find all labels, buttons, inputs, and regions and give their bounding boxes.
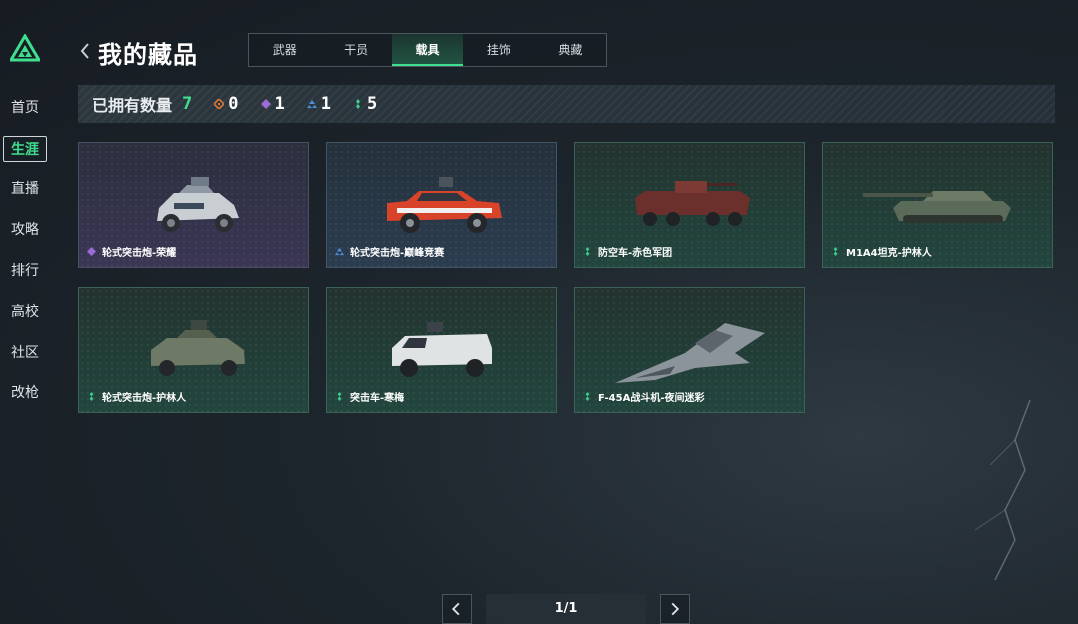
vehicle-card[interactable]: 突击车-寒梅: [326, 287, 557, 413]
rarity-purple-value: 1: [274, 94, 285, 114]
rarity-green-value: 5: [367, 94, 378, 114]
vehicle-name: F-45A战斗机-夜间迷彩: [598, 393, 705, 404]
green-dots-icon: [356, 99, 361, 109]
fighter-jet-image-icon: [615, 323, 765, 383]
sidebar-item-guides[interactable]: 攻略: [3, 217, 47, 243]
app-logo-icon[interactable]: [10, 34, 40, 62]
blue-triangle-icon: [306, 100, 317, 108]
vehicle-name: 轮式突击炮-护林人: [102, 393, 187, 404]
tab-operators[interactable]: 干员: [320, 34, 391, 66]
tab-charms[interactable]: 挂饰: [463, 34, 534, 66]
green-dots-icon: [585, 392, 590, 401]
lightning-decoration-icon: [974, 399, 1031, 581]
owned-count-label: 已拥有数量: [92, 96, 173, 115]
vehicle-card[interactable]: 防空车-赤色军团: [574, 142, 805, 268]
sidebar-item-gunsmith[interactable]: 改枪: [3, 380, 47, 406]
vehicle-card-label: 突击车-寒梅: [335, 389, 404, 404]
green-dots-icon: [337, 392, 342, 401]
vehicle-card-label: 轮式突击炮-荣耀: [87, 244, 176, 259]
vehicle-card[interactable]: 轮式突击炮-护林人: [78, 287, 309, 413]
vehicle-card-label: M1A4坦克-护林人: [831, 244, 932, 259]
ownership-stats-bar: 已拥有数量 7 0 1 1 5: [78, 85, 1055, 123]
sidebar-item-career[interactable]: 生涯: [3, 136, 47, 162]
rarity-green-count: 5: [353, 94, 377, 114]
green-dots-icon: [585, 247, 590, 256]
back-chevron-icon[interactable]: [78, 41, 92, 61]
tab-vehicles[interactable]: 载具: [391, 34, 464, 66]
category-tabs: 武器 干员 载具 挂饰 典藏: [248, 33, 607, 67]
next-page-button[interactable]: [660, 594, 690, 624]
anti-air-vehicle-image-icon: [635, 181, 750, 226]
vehicle-card[interactable]: 轮式突击炮-荣耀: [78, 142, 309, 268]
chevron-right-icon: [671, 602, 680, 616]
rally-car-image-icon: [387, 177, 502, 233]
page-indicator: 1/1: [486, 594, 646, 624]
vehicle-name: 轮式突击炮-巅峰竞赛: [350, 248, 445, 259]
tank-image-icon: [863, 191, 1011, 223]
owned-count-value: 7: [182, 94, 193, 114]
vehicle-card-label: F-45A战斗机-夜间迷彩: [583, 389, 704, 404]
rarity-orange-value: 0: [228, 94, 239, 114]
orange-diamond-icon: [214, 99, 225, 109]
sidebar-item-college[interactable]: 高校: [3, 299, 47, 325]
armored-car-image-icon: [157, 177, 239, 232]
rarity-orange-count: 0: [214, 94, 239, 114]
sidebar-item-ranking[interactable]: 排行: [3, 258, 47, 284]
chevron-left-icon: [451, 602, 460, 616]
vehicle-name: M1A4坦克-护林人: [846, 248, 932, 259]
vehicle-name: 突击车-寒梅: [350, 393, 405, 404]
rarity-blue-value: 1: [320, 94, 332, 114]
vehicle-card[interactable]: 轮式突击炮-巅峰竞赛: [326, 142, 557, 268]
rarity-blue-count: 1: [306, 94, 332, 114]
prev-page-button[interactable]: [442, 594, 472, 624]
rarity-purple-count: 1: [260, 94, 285, 114]
vehicle-name: 轮式突击炮-荣耀: [102, 248, 177, 259]
sidebar: 首页 生涯 直播 攻略 排行 高校 社区 改枪: [0, 0, 52, 624]
page-title: 我的藏品: [98, 41, 198, 69]
armored-car-image-icon: [151, 320, 245, 376]
green-dots-icon: [833, 247, 838, 256]
sidebar-item-home[interactable]: 首页: [3, 95, 47, 121]
sidebar-item-live[interactable]: 直播: [3, 176, 47, 202]
sidebar-item-community[interactable]: 社区: [3, 340, 47, 366]
tab-weapons[interactable]: 武器: [249, 34, 320, 66]
purple-diamond-icon: [260, 99, 271, 109]
vehicle-name: 防空车-赤色军团: [598, 248, 673, 259]
vehicle-card-label: 轮式突击炮-护林人: [87, 389, 186, 404]
vehicle-card[interactable]: M1A4坦克-护林人: [822, 142, 1053, 268]
assault-vehicle-image-icon: [392, 322, 492, 377]
tab-collection[interactable]: 典藏: [535, 34, 606, 66]
vehicle-card[interactable]: F-45A战斗机-夜间迷彩: [574, 287, 805, 413]
blue-triangle-icon: [335, 247, 344, 256]
green-dots-icon: [89, 392, 94, 401]
purple-diamond-icon: [87, 247, 96, 256]
vehicle-card-label: 轮式突击炮-巅峰竞赛: [335, 244, 444, 259]
vehicle-card-label: 防空车-赤色军团: [583, 244, 672, 259]
